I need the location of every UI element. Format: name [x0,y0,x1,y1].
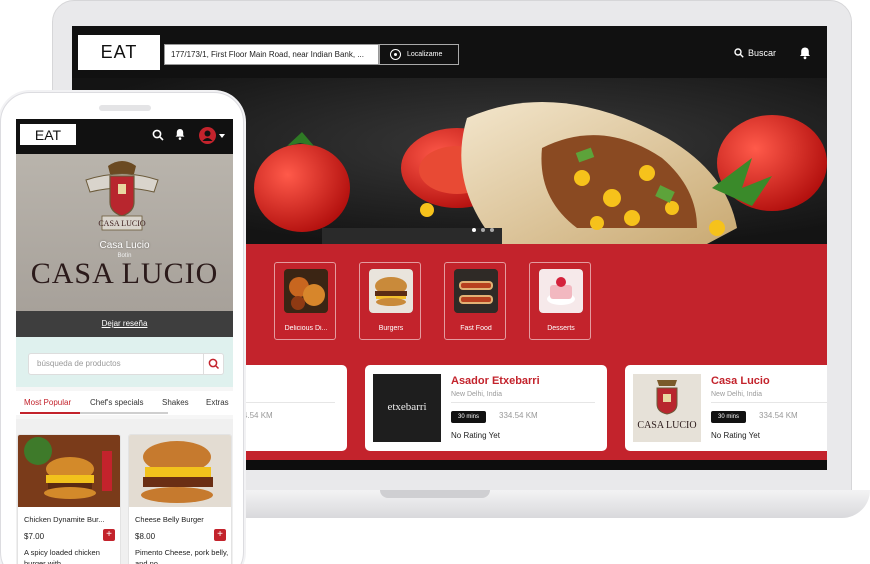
search-placeholder: búsqueda de productos [37,359,121,368]
user-avatar-icon[interactable] [199,127,216,144]
restaurant-card[interactable]: etxebarri Asador Etxebarri New Delhi, In… [365,365,607,451]
category-label: Fast Food [460,325,492,332]
restaurant-distance: 334.54 KM [759,411,798,420]
restaurant-banner: CASA LUCIO Casa Lucio Botín CASA LUCIO [16,154,233,311]
restaurant-name[interactable]: Casa Lucio [711,375,770,387]
mobile-header: EAT [16,119,233,154]
restaurant-title: Casa Lucio [99,240,150,251]
desktop-header: EAT 177/173/1, First Floor Main Road, ne… [72,26,827,78]
category-fast-food[interactable]: Fast Food [444,262,506,340]
restaurant-name[interactable]: Asador Etxebarri [451,375,540,387]
product-name: Cheese Belly Burger [135,515,204,524]
device-mockup: EAT 177/173/1, First Floor Main Road, ne… [0,0,870,564]
category-delicious[interactable]: Delicious Di... [274,262,336,340]
category-image [539,269,583,313]
phone-frame: EAT CASA LUCIO Casa Lucio Botín CASA LUC… [0,92,244,564]
restaurant-wordmark: CASA LUCIO [30,257,219,290]
tab-chefs-specials[interactable]: Chef's specials [90,398,144,407]
phone-screen: EAT CASA LUCIO Casa Lucio Botín CASA LUC… [16,119,233,564]
tab-shakes[interactable]: Shakes [162,398,189,407]
category-image [284,269,328,313]
carousel-dot[interactable] [490,228,494,232]
category-burgers[interactable]: Burgers [359,262,421,340]
product-grid: Chicken Dynamite Bur... $7.00 + A spicy … [16,419,233,564]
thumbnail-text: CASA LUCIO [637,420,697,431]
restaurant-thumbnail: CASA LUCIO [633,374,701,442]
product-description: Pimento Cheese, pork belly, and no [135,548,229,564]
add-to-cart-button[interactable]: + [214,529,226,541]
locate-button[interactable]: Localizame [379,44,459,65]
category-image [454,269,498,313]
tab-most-popular[interactable]: Most Popular [24,398,71,407]
active-tab-indicator [20,412,80,414]
crosshair-icon [390,49,401,60]
address-field[interactable]: 177/173/1, First Floor Main Road, near I… [164,44,379,65]
restaurant-distance: 334.54 KM [499,411,538,420]
restaurant-rating: No Rating Yet [451,431,500,440]
search-icon[interactable] [152,129,164,141]
delivery-time-badge: 30 mins [711,411,747,423]
product-image [129,435,231,507]
crest-logo [656,380,678,415]
tab-scroll-track[interactable] [80,412,168,414]
card-divider [711,402,827,403]
phone-speaker [99,105,151,111]
eat-logo[interactable]: EAT [20,124,76,145]
product-search-input[interactable]: búsqueda de productos [28,353,224,375]
product-search-section: búsqueda de productos [16,337,233,387]
card-divider [451,402,595,403]
restaurant-rating: No Rating Yet [711,431,760,440]
bell-icon[interactable] [798,46,812,60]
carousel-dot[interactable] [472,228,476,232]
thumbnail-text: etxebarri [387,401,427,413]
restaurant-thumbnail: etxebarri [373,374,441,442]
product-price: $8.00 [135,532,156,541]
search-icon [734,48,744,58]
product-image [18,435,120,507]
tab-extras[interactable]: Extras [206,398,229,407]
restaurant-location: New Delhi, India [711,391,762,398]
search-icon [208,358,220,370]
category-desserts[interactable]: Desserts [529,262,591,340]
product-price: $7.00 [24,532,45,541]
eat-logo[interactable]: EAT [78,35,160,70]
category-image [369,269,413,313]
category-label: Delicious Di... [284,325,328,332]
delivery-time-badge: 30 mins [451,411,487,423]
crest-logo: CASA LUCIO [85,161,159,231]
search-button[interactable]: Buscar [734,48,776,58]
locate-label: Localizame [407,51,443,58]
laptop-notch [380,490,490,498]
crest-text: CASA LUCIO [98,219,146,228]
search-submit-button[interactable] [203,354,223,374]
add-to-cart-button[interactable]: + [103,529,115,541]
carousel-dots[interactable] [472,228,494,232]
restaurant-location: New Delhi, India [451,391,502,398]
bell-icon[interactable] [174,128,186,141]
menu-tabs: Most Popular Chef's specials Shakes Extr… [16,391,233,415]
carousel-dot[interactable] [481,228,485,232]
product-card[interactable]: Chicken Dynamite Bur... $7.00 + A spicy … [17,434,121,564]
category-label: Burgers [378,325,404,332]
category-label: Desserts [547,325,575,332]
chevron-down-icon[interactable] [219,134,225,138]
restaurant-card[interactable]: CASA LUCIO Casa Lucio New Delhi, India 3… [625,365,827,451]
search-label: Buscar [748,48,777,58]
product-name: Chicken Dynamite Bur... [24,515,105,524]
leave-review-link[interactable]: Dejar reseña [16,311,233,337]
product-card[interactable]: Cheese Belly Burger $8.00 + Pimento Chee… [128,434,232,564]
product-description: A spicy loaded chicken burger with [24,548,100,564]
